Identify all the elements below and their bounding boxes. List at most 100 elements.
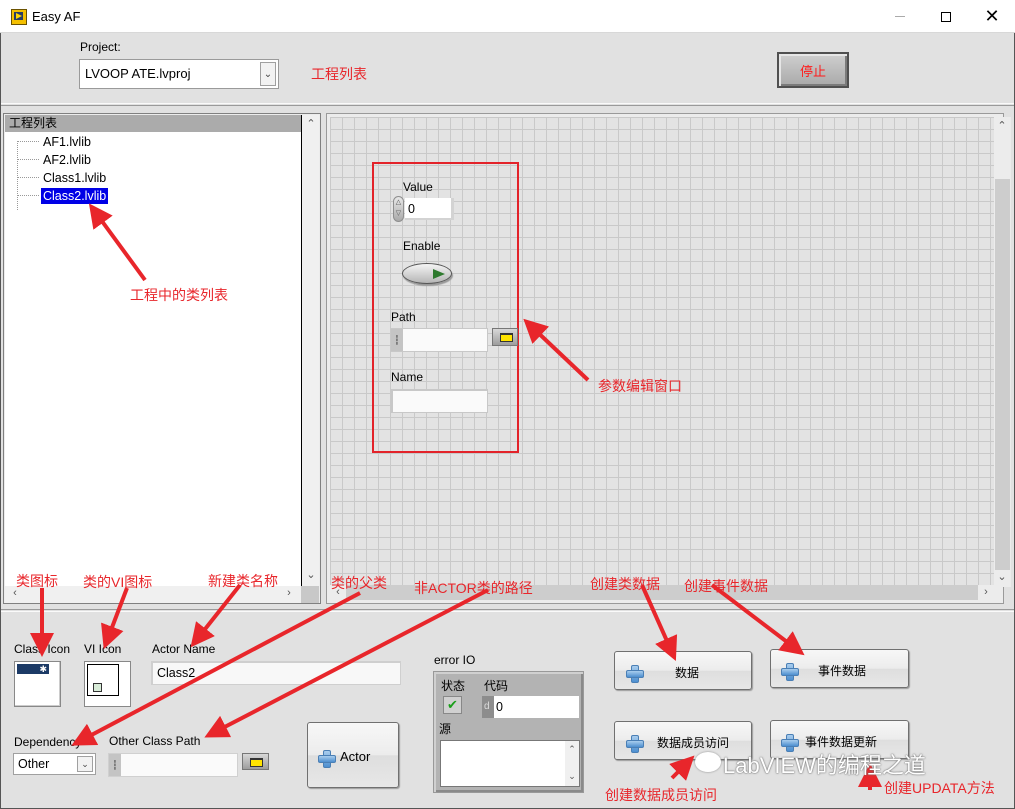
canvas-vertical-scrollbar[interactable]: ⌃ ⌄ <box>994 117 1011 587</box>
value-increment-decrement[interactable]: △ ▽ <box>393 196 404 222</box>
source-label: 源 <box>439 722 452 736</box>
watermark: LabVIEW的编程之道 <box>695 748 926 780</box>
annotation-create-class-data: 创建类数据 <box>590 576 660 592</box>
error-io-label: error IO <box>434 653 476 667</box>
maximize-button[interactable] <box>923 0 969 33</box>
create-data-label: 数据 <box>675 666 700 680</box>
plus-icon <box>626 735 644 753</box>
class-icon-banner: ✱ <box>17 664 49 674</box>
tree-connector <box>17 195 39 196</box>
tree-connector <box>17 177 39 178</box>
plus-icon <box>781 663 799 681</box>
minimize-icon <box>895 16 905 17</box>
close-icon: ✕ <box>984 6 1000 26</box>
dependency-label: Dependency <box>14 735 82 749</box>
tree-item[interactable]: AF1.lvlib <box>41 134 93 150</box>
stop-button[interactable]: 停止 <box>777 52 849 88</box>
path-browse-button[interactable] <box>492 328 518 346</box>
chevron-down-icon[interactable]: ⌄ <box>260 62 276 86</box>
other-class-path-label: Other Class Path <box>109 734 201 748</box>
folder-open-icon <box>500 333 513 342</box>
vi-icon-editor[interactable] <box>84 661 131 707</box>
annotation-create-member-access: 创建数据成员访问 <box>605 787 717 803</box>
scroll-up-icon[interactable]: ⌃ <box>994 119 1010 132</box>
scroll-down-icon[interactable]: ⌄ <box>994 570 1010 583</box>
add-actor-button[interactable]: Actor <box>307 722 399 788</box>
class-icon-label: Class Icon <box>14 642 71 656</box>
dependency-dropdown[interactable]: Other ⌄ <box>13 753 96 775</box>
enable-label: Enable <box>403 239 441 253</box>
source-scrollbar[interactable]: ⌃ ⌄ <box>565 741 579 786</box>
vi-icon-frame <box>87 664 119 696</box>
cube-icon <box>93 683 102 692</box>
annotation-project-list: 工程列表 <box>311 66 367 82</box>
path-input[interactable]: ┆ <box>390 328 488 352</box>
status-checkmark-icon[interactable]: ✔ <box>443 696 462 714</box>
annotation-param-window: 参数编辑窗口 <box>598 378 682 394</box>
vi-icon-label: VI Icon <box>84 642 122 656</box>
source-textarea[interactable]: ⌃ ⌄ <box>440 740 580 787</box>
name-label: Name <box>391 370 424 384</box>
annotation-class-list: 工程中的类列表 <box>130 287 228 303</box>
annotation-create-event-data: 创建事件数据 <box>684 578 768 594</box>
scroll-down-icon[interactable]: ⌄ <box>565 771 579 782</box>
play-led-icon <box>433 269 445 279</box>
scroll-right-icon[interactable]: › <box>978 586 994 598</box>
annotation-parent-class: 类的父类 <box>331 575 387 591</box>
create-event-data-label: 事件数据 <box>818 664 867 678</box>
create-member-access-label: 数据成员访问 <box>657 736 730 750</box>
title-bar: Easy AF ✕ <box>0 0 1015 33</box>
minimize-button[interactable] <box>877 0 923 33</box>
scrollbar-thumb[interactable] <box>995 179 1010 570</box>
annotation-vi-icon: 类的VI图标 <box>83 574 153 590</box>
enable-toggle[interactable] <box>402 263 452 284</box>
actor-name-input[interactable]: Class2 <box>151 661 401 685</box>
code-radix-prefix: d <box>484 701 490 712</box>
error-io-cluster: 状态 代码 ✔ d 0 源 ⌃ ⌄ <box>433 671 584 793</box>
code-value: 0 <box>496 700 503 714</box>
actor-name-label: Actor Name <box>152 642 216 656</box>
tree-header: 工程列表 <box>5 115 301 132</box>
code-input[interactable]: d 0 <box>482 696 579 718</box>
create-event-data-button[interactable]: 事件数据 <box>770 649 909 688</box>
project-dropdown-value: LVOOP ATE.lvproj <box>85 66 191 81</box>
project-dropdown[interactable]: LVOOP ATE.lvproj ⌄ <box>79 59 279 89</box>
tree-item[interactable]: Class1.lvlib <box>41 170 108 186</box>
class-tree[interactable]: 工程列表 AF1.lvlib AF2.lvlib Class1.lvlib Cl… <box>5 115 301 586</box>
value-label: Value <box>403 180 433 194</box>
scroll-up-icon[interactable]: ⌃ <box>565 744 579 755</box>
wechat-icon <box>695 752 721 772</box>
arrow-member-access <box>669 755 695 781</box>
path-type-icon: ┆ <box>109 754 121 776</box>
dependency-value: Other <box>18 757 50 771</box>
annotation-class-icon: 类图标 <box>16 573 58 589</box>
divider <box>0 103 1015 106</box>
create-data-button[interactable]: 数据 <box>614 651 752 690</box>
plus-icon <box>626 665 644 683</box>
annotation-non-actor-path: 非ACTOR类的路径 <box>414 580 533 596</box>
scroll-right-icon[interactable]: › <box>281 587 297 599</box>
close-button[interactable]: ✕ <box>969 0 1015 33</box>
class-tree-panel: 工程列表 AF1.lvlib AF2.lvlib Class1.lvlib Cl… <box>3 113 321 604</box>
window-title: Easy AF <box>32 9 81 24</box>
labview-app-icon <box>11 9 27 25</box>
name-input[interactable] <box>391 389 488 413</box>
other-class-path-browse-button[interactable] <box>242 753 269 770</box>
value-numeric-input[interactable]: 0 <box>405 198 454 220</box>
maximize-icon <box>941 11 951 22</box>
scroll-up-icon[interactable]: ⌃ <box>303 117 319 130</box>
class-icon-editor[interactable]: ✱ <box>14 661 61 707</box>
project-label: Project: <box>80 40 121 54</box>
folder-open-icon <box>250 758 263 767</box>
chevron-down-icon[interactable]: ⌄ <box>77 756 93 772</box>
tree-item-selected[interactable]: Class2.lvlib <box>39 187 110 205</box>
tree-item[interactable]: AF2.lvlib <box>41 152 93 168</box>
tree-vertical-scrollbar[interactable]: ⌃ ⌄ <box>301 115 319 586</box>
watermark-text: LabVIEW的编程之道 <box>723 753 926 778</box>
tree-connector <box>17 141 39 142</box>
scroll-down-icon[interactable]: ⌄ <box>303 568 319 581</box>
annotation-new-class-name: 新建类名称 <box>208 573 278 589</box>
other-class-path-input[interactable]: ┆ <box>108 753 238 777</box>
divider <box>0 609 1015 612</box>
path-type-icon: ┆ <box>391 329 403 351</box>
